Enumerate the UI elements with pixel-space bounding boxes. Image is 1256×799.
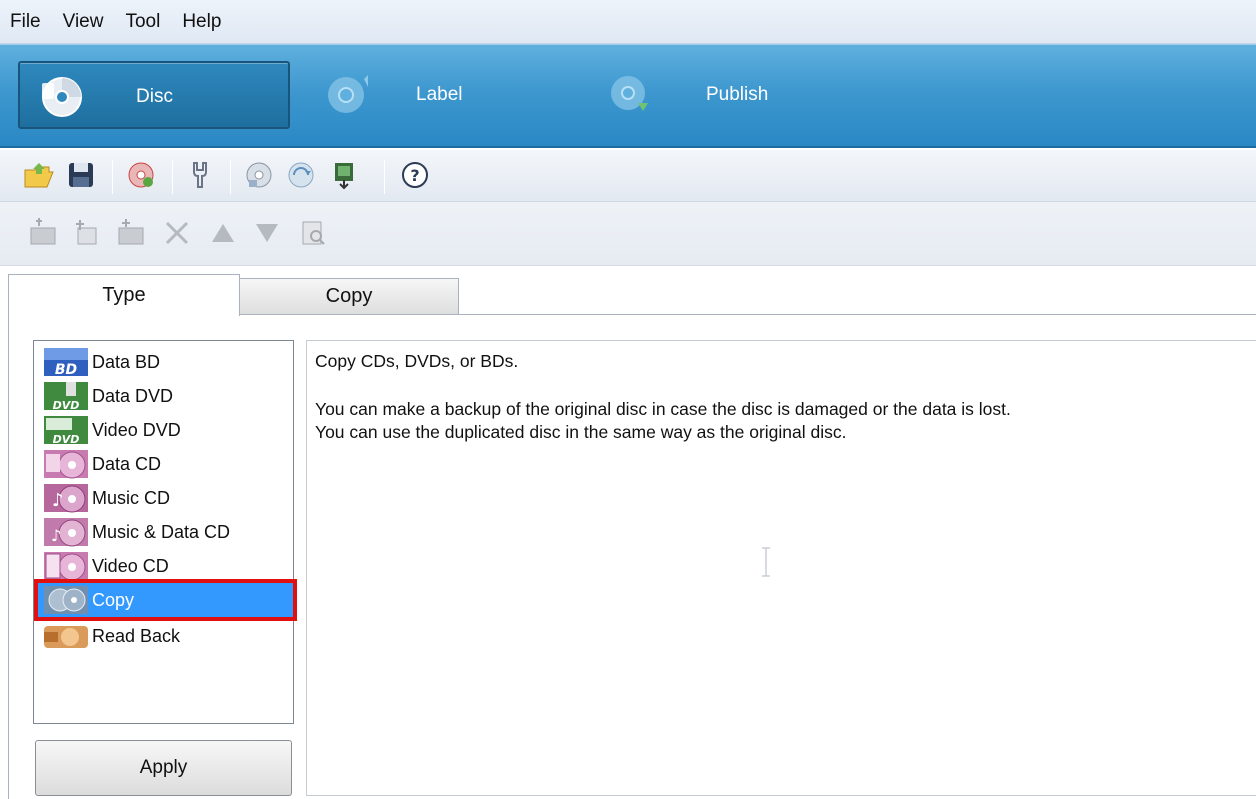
list-item-label: Data DVD — [92, 385, 174, 406]
move-up-icon[interactable] — [206, 216, 240, 250]
list-item-label: Music CD — [92, 487, 171, 508]
disc-type-list: BD Data BD DVD Data DVD DVD Video DVD Da… — [33, 340, 297, 724]
description-text: You can make a backup of the original di… — [315, 399, 1011, 419]
list-item-label: Read Back — [92, 625, 181, 646]
mode-label-button[interactable]: Label — [320, 61, 520, 129]
move-down-icon[interactable] — [250, 216, 284, 250]
svg-text:?: ? — [410, 166, 419, 185]
publish-disc-icon — [611, 76, 648, 111]
svg-text:BD: BD — [55, 362, 77, 378]
list-item-music-cd[interactable]: ♪ Music CD — [42, 481, 291, 515]
list-item-label: Data CD — [92, 453, 162, 474]
list-item-data-dvd[interactable]: DVD Data DVD — [42, 379, 291, 413]
data-bd-icon: BD — [44, 348, 88, 378]
data-dvd-icon: DVD — [44, 382, 88, 412]
burn-disc-icon[interactable] — [124, 158, 158, 192]
disc-icon — [42, 77, 82, 117]
description-panel: Copy CDs, DVDs, or BDs. You can make a b… — [306, 340, 1256, 796]
music-data-cd-icon: ♪ — [44, 518, 88, 547]
save-icon[interactable] — [64, 158, 98, 192]
video-cd-icon — [44, 552, 88, 581]
list-item-data-cd[interactable]: Data CD — [42, 447, 291, 481]
text-cursor-icon — [762, 547, 770, 577]
disc-info-icon[interactable] — [242, 158, 276, 192]
menu-tool[interactable]: Tool — [125, 11, 160, 33]
toolbar-separator — [172, 160, 173, 194]
menu-file[interactable]: File — [10, 11, 41, 33]
description-title: Copy CDs, DVDs, or BDs. — [315, 351, 519, 371]
read-back-icon — [44, 626, 88, 648]
rename-folder-icon[interactable] — [114, 216, 148, 250]
menu-help[interactable]: Help — [182, 11, 221, 33]
help-icon[interactable]: ? — [398, 158, 432, 192]
video-dvd-icon: DVD — [44, 416, 88, 446]
music-cd-icon: ♪ — [44, 484, 88, 513]
tab-border — [8, 314, 9, 799]
mode-label-label: Label — [416, 84, 463, 105]
label-disc-icon — [328, 75, 368, 113]
list-item-copy[interactable]: Copy — [34, 579, 297, 621]
tab-copy[interactable]: Copy — [239, 278, 459, 315]
delete-icon[interactable] — [160, 216, 194, 250]
list-item-read-back[interactable]: Read Back — [42, 619, 291, 653]
svg-text:♪: ♪ — [51, 526, 61, 545]
add-folder-icon[interactable] — [26, 216, 60, 250]
view-properties-icon[interactable] — [296, 216, 330, 250]
toolbar-separator — [230, 160, 231, 194]
mode-disc-label: Disc — [136, 86, 173, 107]
list-item-label: Video CD — [92, 555, 169, 576]
tab-type[interactable]: Type — [8, 274, 240, 316]
toolbar-separator — [112, 160, 113, 194]
new-folder-icon[interactable] — [70, 216, 104, 250]
list-item-label: Copy — [92, 589, 135, 610]
svg-text:DVD: DVD — [53, 433, 80, 446]
description-text: You can use the duplicated disc in the s… — [315, 422, 847, 442]
toolbar-separator — [384, 160, 385, 194]
copy-disc-icon — [44, 586, 88, 614]
mode-disc-button[interactable]: Disc — [18, 61, 290, 129]
mode-publish-button[interactable]: Publish — [606, 61, 806, 129]
menu-bar: File View Tool Help — [0, 0, 1256, 44]
export-icon[interactable] — [328, 158, 362, 192]
data-cd-icon — [44, 450, 88, 479]
list-item-label: Video DVD — [92, 419, 181, 440]
list-item-label: Data BD — [92, 351, 161, 372]
svg-text:♪: ♪ — [52, 490, 64, 511]
svg-text:DVD: DVD — [53, 399, 80, 412]
open-folder-icon[interactable] — [22, 158, 56, 192]
disc-refresh-icon[interactable] — [284, 158, 318, 192]
menu-view[interactable]: View — [63, 11, 104, 33]
list-item-music-data-cd[interactable]: ♪ Music & Data CD — [42, 515, 291, 549]
list-item-video-cd[interactable]: Video CD — [42, 549, 291, 583]
mode-bar: Disc Label Publish — [0, 44, 1256, 148]
settings-tools-icon[interactable] — [184, 158, 218, 192]
list-item-video-dvd[interactable]: DVD Video DVD — [42, 413, 291, 447]
list-item-data-bd[interactable]: BD Data BD — [42, 345, 291, 379]
apply-button[interactable]: Apply — [35, 740, 292, 796]
list-item-label: Music & Data CD — [92, 521, 231, 542]
mode-publish-label: Publish — [706, 84, 769, 105]
